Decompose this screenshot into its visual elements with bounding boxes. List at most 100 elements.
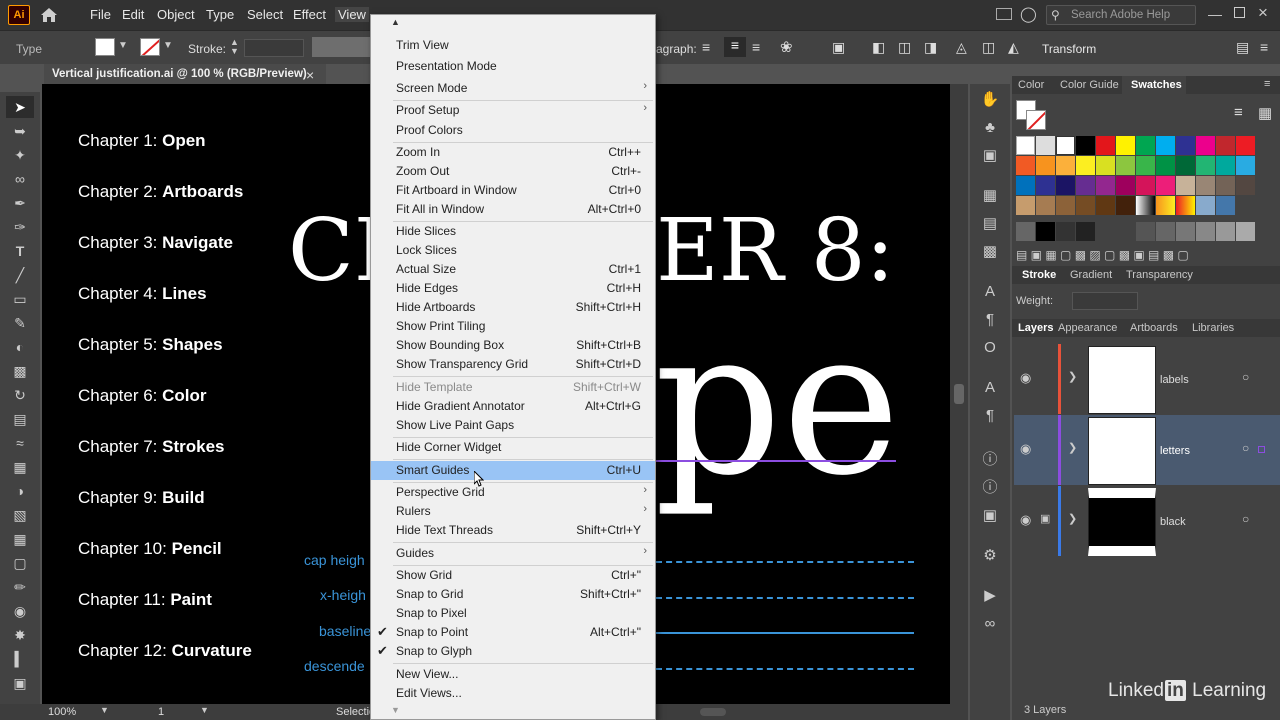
menu-item-rulers[interactable]: Rulers › [371,502,655,521]
selection-indicator[interactable] [1258,446,1265,453]
menu-item-guides[interactable]: Guides › [371,544,655,563]
arrange-documents-icon[interactable] [996,8,1012,20]
stroke-swatch[interactable] [140,38,160,56]
character-styles-icon[interactable]: A [980,378,1000,398]
align-top-icon[interactable]: ◬ [956,39,967,56]
menu-item-perspective-grid[interactable]: Perspective Grid › [371,483,655,502]
lock-icon[interactable]: ▣ [1040,512,1050,525]
tab-gradient[interactable]: Gradient [1070,269,1112,281]
shape-builder-tool-icon[interactable]: ◑ [10,481,30,501]
mesh-tool-icon[interactable]: ▦ [10,529,30,549]
chevron-down-icon[interactable]: ▼ [163,40,173,51]
tab-color[interactable]: Color [1018,79,1044,91]
symbol-sprayer-tool-icon[interactable]: ✸ [10,625,30,645]
menu-item-hide-corner-widget[interactable]: Hide Corner Widget [371,438,655,457]
pen-tool-icon[interactable]: ✒ [10,193,30,213]
maximize-button[interactable] [1234,7,1245,18]
layer-name[interactable]: black [1160,516,1186,528]
tab-color-guide[interactable]: Color Guide [1060,79,1119,91]
paintbrush-tool-icon[interactable]: ✎ [10,313,30,333]
menu-item-snap-to-grid[interactable]: Snap to Grid Shift+Ctrl+" [371,585,655,604]
layer-row-black[interactable]: ◉ ▣ ❯ black ○ [1014,486,1280,556]
transform-panel-icon[interactable]: ▦ [980,186,1000,206]
free-transform-tool-icon[interactable]: ▦ [10,457,30,477]
target-icon[interactable]: ○ [1242,370,1249,384]
paragraph-styles-icon[interactable]: ¶ [980,406,1000,426]
menu-item-trim-view[interactable]: Trim View [371,36,655,55]
target-icon[interactable]: ○ [1242,441,1249,455]
align-horizontal-right-icon[interactable]: ◨ [924,39,937,56]
pathfinder-icon[interactable]: ▩ [980,242,1000,262]
type-tool-icon[interactable]: T [10,241,30,261]
chevron-right-icon[interactable]: ❯ [1068,370,1077,383]
perspective-grid-tool-icon[interactable]: ▧ [10,505,30,525]
menu-item-new-view[interactable]: New View... [371,665,655,684]
chevron-right-icon[interactable]: ❯ [1068,512,1077,525]
eye-icon[interactable]: ◉ [1020,370,1031,386]
symbols-icon[interactable]: ♣ [980,118,1000,138]
scroll-down-icon[interactable]: ▼ [391,705,400,715]
document-tab[interactable]: Vertical justification.ai @ 100 % (RGB/P… [44,64,326,84]
scroll-up-icon[interactable]: ▲ [391,17,400,27]
panel-menu-icon[interactable]: ≡ [1264,78,1270,90]
selection-tool-icon[interactable]: ➤ [10,97,30,117]
recolor-icon[interactable]: ❀ [780,38,793,56]
home-icon[interactable] [40,6,58,24]
rotate-tool-icon[interactable]: ↻ [10,385,30,405]
menu-file[interactable]: File [90,7,111,22]
tab-layers[interactable]: Layers [1018,322,1053,334]
graph-tool-icon[interactable]: ▍ [10,649,30,669]
menu-view[interactable]: View [335,7,369,22]
close-tab-icon[interactable]: × [306,67,314,83]
menu-item-actual-size[interactable]: Actual Size Ctrl+1 [371,260,655,279]
scale-tool-icon[interactable]: ▤ [10,409,30,429]
list-view-icon[interactable]: ≡ [1234,104,1243,121]
style-dropdown[interactable] [312,37,370,57]
menu-item-snap-to-glyph[interactable]: ✔ Snap to Glyph [371,642,655,661]
menu-object[interactable]: Object [157,7,195,22]
layer-row-letters[interactable]: ◉ ❯ letters ○ [1014,415,1280,485]
menu-item-lock-slices[interactable]: Lock Slices [371,241,655,260]
eyedropper-tool-icon[interactable]: ✏ [10,577,30,597]
eye-icon[interactable]: ◉ [1020,512,1031,528]
menu-item-hide-slices[interactable]: Hide Slices [371,222,655,241]
paragraph-icon[interactable]: ¶ [980,310,1000,330]
swatch-grid[interactable] [1016,136,1260,256]
chevron-down-icon[interactable]: ▼ [118,40,128,51]
stroke-weight-field[interactable] [244,39,304,57]
direct-selection-tool-icon[interactable]: ➥ [10,121,30,141]
menu-item-show-bounding-box[interactable]: Show Bounding Box Shift+Ctrl+B [371,336,655,355]
hand-icon[interactable]: ✋ [980,90,1000,110]
menu-edit[interactable]: Edit [122,7,144,22]
align-left-icon[interactable]: ≡ [702,39,710,55]
align-horizontal-left-icon[interactable]: ◧ [872,39,885,56]
stepper-icon[interactable]: ▲ ▼ [230,38,239,56]
warp-tool-icon[interactable]: ≈ [10,433,30,453]
search-box[interactable]: ⚲ Search Adobe Help [1046,5,1196,25]
tab-swatches[interactable]: Swatches [1131,79,1182,91]
menu-item-hide-text-threads[interactable]: Hide Text Threads Shift+Ctrl+Y [371,521,655,540]
tab-artboards[interactable]: Artboards [1130,322,1178,334]
lightbulb-icon[interactable]: ◯ [1020,5,1037,23]
stroke-indicator[interactable] [1026,110,1046,130]
layer-name[interactable]: labels [1160,374,1189,386]
tab-transparency[interactable]: Transparency [1126,269,1193,281]
tab-stroke[interactable]: Stroke [1022,269,1056,281]
actions-play-icon[interactable]: ▶ [980,586,1000,606]
arrange-icon[interactable]: ▤ [1236,39,1249,56]
gear-icon[interactable]: ⚙ [980,546,1000,566]
navigator-icon[interactable]: ▣ [980,506,1000,526]
chevron-down-icon[interactable]: ▼ [100,705,109,715]
align-panel-icon[interactable]: ▤ [980,214,1000,234]
tab-appearance[interactable]: Appearance [1058,322,1117,334]
close-window-button[interactable]: × [1258,3,1268,23]
info-icon[interactable]: ⓘ [980,450,1000,470]
artboard-number[interactable]: 1 [158,706,164,718]
menu-item-zoom-in[interactable]: Zoom In Ctrl++ [371,143,655,162]
swatch-actions[interactable]: ▤ ▣ ▦ ▢ ▩ ▨ ▢ ▩ ▣ ▤ ▩ ▢ [1016,248,1276,264]
menu-item-zoom-out[interactable]: Zoom Out Ctrl+- [371,162,655,181]
gradient-tool-icon[interactable]: ▢ [10,553,30,573]
transform-icon[interactable]: ▣ [832,39,845,56]
opentype-icon[interactable]: O [980,338,1000,358]
chevron-right-icon[interactable]: ❯ [1068,441,1077,454]
